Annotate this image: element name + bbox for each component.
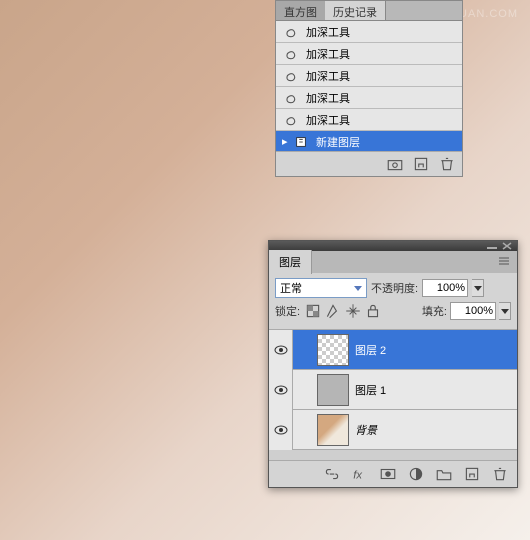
- layer-name[interactable]: 图层 2: [355, 342, 386, 358]
- close-icon[interactable]: [501, 242, 513, 250]
- burn-tool-icon: [282, 46, 300, 62]
- layers-controls: 正常 不透明度: 100% 锁定: 填充: 100%: [269, 273, 517, 330]
- opacity-label: 不透明度:: [371, 280, 418, 296]
- layer-mask-icon[interactable]: [379, 466, 397, 482]
- fill-input[interactable]: 100%: [450, 302, 496, 320]
- history-item-label: 加深工具: [306, 90, 350, 106]
- link-layers-icon[interactable]: [323, 466, 341, 482]
- visibility-toggle[interactable]: [269, 370, 293, 410]
- history-item[interactable]: 加深工具: [276, 87, 462, 109]
- fill-slider-toggle[interactable]: [499, 302, 511, 320]
- layer-thumbnail[interactable]: [317, 374, 349, 406]
- minimize-icon[interactable]: [486, 242, 498, 250]
- svg-text:fx: fx: [353, 470, 362, 482]
- burn-tool-icon: [282, 68, 300, 84]
- visibility-toggle[interactable]: [269, 330, 293, 370]
- burn-tool-icon: [282, 90, 300, 106]
- layers-footer: fx: [269, 460, 517, 487]
- history-footer: [276, 151, 462, 176]
- opacity-input[interactable]: 100%: [422, 279, 468, 297]
- new-group-icon[interactable]: [435, 466, 453, 482]
- layer-link-area: [293, 330, 311, 370]
- history-panel: 直方图 历史记录 加深工具 加深工具 加深工具 加深工具 加深工具 ▸ 新建图层: [275, 0, 463, 177]
- history-item-selected[interactable]: ▸ 新建图层: [276, 131, 462, 151]
- blend-mode-value: 正常: [280, 280, 302, 296]
- layer-thumbnail[interactable]: [317, 334, 349, 366]
- history-item[interactable]: 加深工具: [276, 43, 462, 65]
- burn-tool-icon: [282, 112, 300, 128]
- layer-name[interactable]: 背景: [355, 422, 377, 438]
- visibility-toggle[interactable]: [269, 410, 293, 450]
- history-item-label: 新建图层: [316, 134, 360, 150]
- history-tabs: 直方图 历史记录: [276, 1, 462, 21]
- new-layer-icon[interactable]: [463, 466, 481, 482]
- lock-transparency-icon[interactable]: [304, 303, 322, 319]
- current-state-marker: ▸: [282, 135, 292, 148]
- trash-icon[interactable]: [491, 466, 509, 482]
- history-item-label: 加深工具: [306, 68, 350, 84]
- history-item[interactable]: 加深工具: [276, 65, 462, 87]
- layers-list: 图层 2 图层 1 背景: [269, 330, 517, 460]
- lock-position-icon[interactable]: [344, 303, 362, 319]
- layers-panel: 图层 正常 不透明度: 100% 锁定: 填充: 100%: [268, 240, 518, 488]
- fill-label: 填充:: [422, 303, 447, 319]
- history-item-label: 加深工具: [306, 24, 350, 40]
- chevron-down-icon: [501, 309, 509, 314]
- layer-style-icon[interactable]: fx: [351, 466, 369, 482]
- layer-link-area: [293, 370, 311, 410]
- burn-tool-icon: [282, 24, 300, 40]
- layer-row-selected[interactable]: 图层 2: [269, 330, 517, 370]
- blend-mode-select[interactable]: 正常: [275, 278, 367, 298]
- layer-thumbnail[interactable]: [317, 414, 349, 446]
- chevron-down-icon: [474, 286, 482, 291]
- layers-tabs: 图层: [269, 251, 517, 273]
- opacity-slider-toggle[interactable]: [472, 279, 484, 297]
- snapshot-icon[interactable]: [386, 156, 404, 172]
- lock-all-icon[interactable]: [364, 303, 382, 319]
- history-item-label: 加深工具: [306, 46, 350, 62]
- new-layer-icon: [292, 134, 310, 150]
- layer-row[interactable]: 图层 1: [269, 370, 517, 410]
- lock-label: 锁定:: [275, 303, 300, 319]
- history-item[interactable]: 加深工具: [276, 109, 462, 131]
- layer-row[interactable]: 背景: [269, 410, 517, 450]
- tab-layers[interactable]: 图层: [269, 250, 312, 274]
- layer-link-area: [293, 410, 311, 450]
- tab-history[interactable]: 历史记录: [325, 1, 386, 20]
- history-item[interactable]: 加深工具: [276, 21, 462, 43]
- history-list: 加深工具 加深工具 加深工具 加深工具 加深工具 ▸ 新建图层: [276, 21, 462, 151]
- chevron-down-icon: [354, 286, 362, 291]
- layer-name[interactable]: 图层 1: [355, 382, 386, 398]
- adjustment-layer-icon[interactable]: [407, 466, 425, 482]
- lock-pixels-icon[interactable]: [324, 303, 342, 319]
- tab-histogram[interactable]: 直方图: [276, 1, 325, 20]
- new-state-icon[interactable]: [412, 156, 430, 172]
- trash-icon[interactable]: [438, 156, 456, 172]
- panel-menu-icon[interactable]: [491, 255, 517, 270]
- history-item-label: 加深工具: [306, 112, 350, 128]
